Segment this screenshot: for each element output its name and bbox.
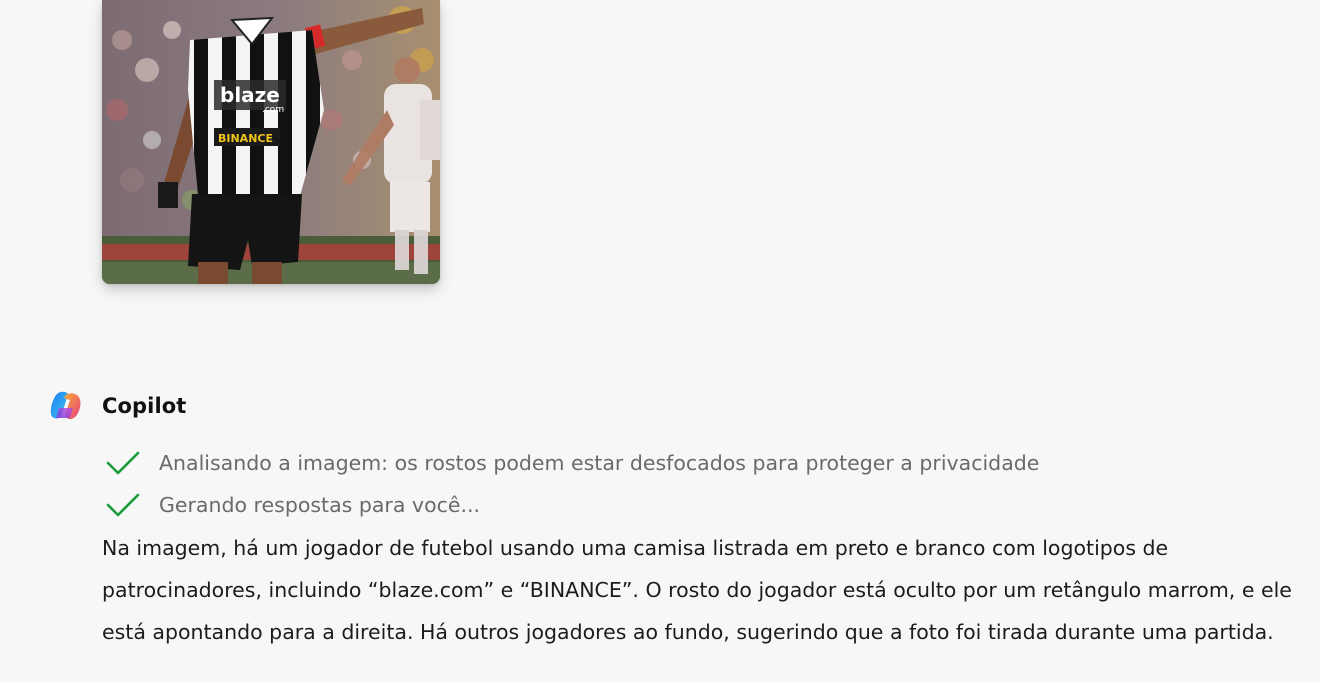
sponsor-blaze-text: blaze: [220, 83, 280, 107]
step-text: Analisando a imagem: os rostos podem est…: [159, 451, 1040, 475]
sponsor-blaze-sub-text: .com: [262, 105, 284, 115]
copilot-logo-icon: [50, 391, 81, 419]
step-text: Gerando respostas para você...: [159, 493, 481, 517]
check-icon: [106, 493, 140, 517]
sponsor-binance-text: BINANCE: [218, 132, 273, 145]
copilot-answer-text: Na imagem, há um jogador de futebol usan…: [102, 536, 1292, 644]
progress-step: Gerando respostas para você...: [106, 490, 480, 520]
copilot-name: Copilot: [102, 394, 187, 418]
soccer-player-photo: blaze .com BINANCE: [102, 0, 440, 284]
uploaded-photo[interactable]: blaze .com BINANCE: [102, 0, 440, 284]
copilot-chat-page: blaze .com BINANCE Copilot Analisando a …: [0, 0, 1320, 682]
progress-step: Analisando a imagem: os rostos podem est…: [106, 448, 1039, 478]
check-icon: [106, 451, 140, 475]
copilot-header: Copilot: [48, 386, 186, 426]
